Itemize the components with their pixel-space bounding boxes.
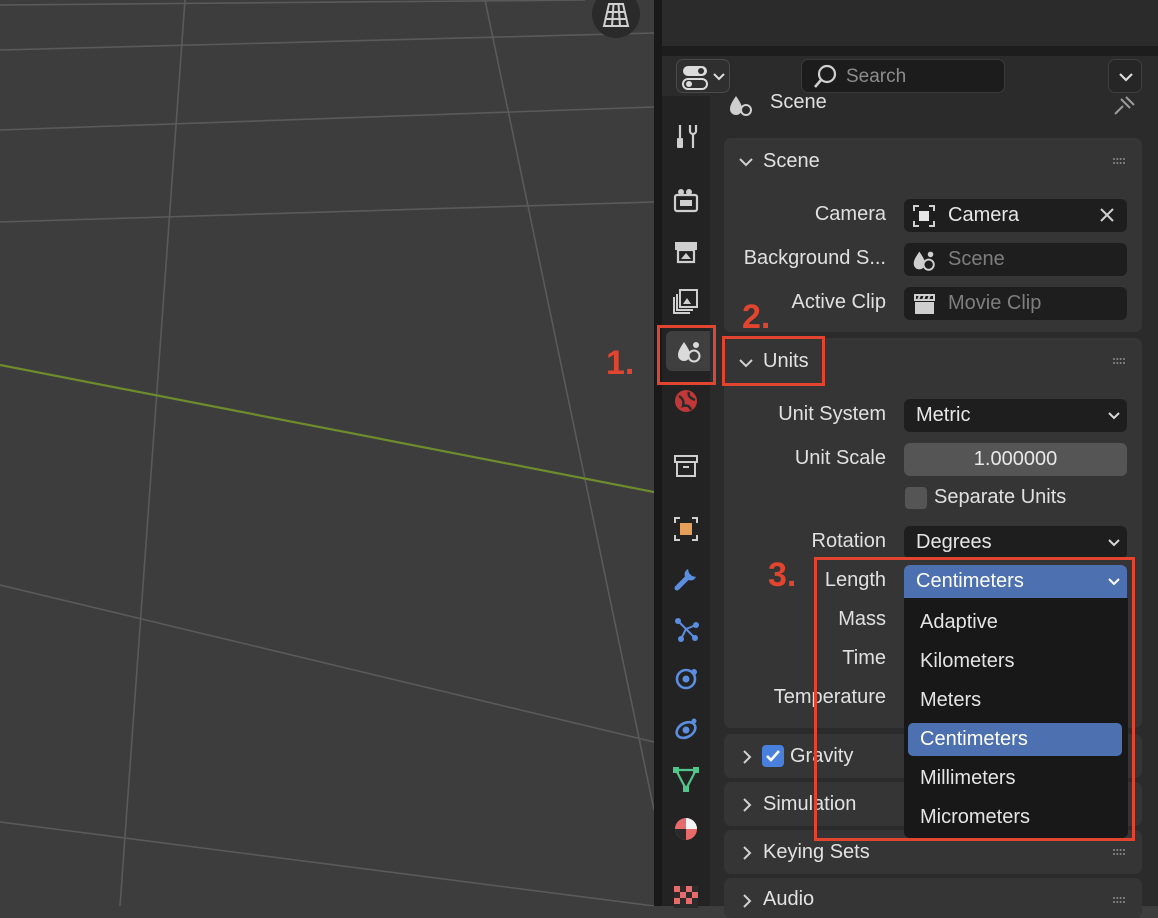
unit-system-dropdown[interactable]: Metric: [904, 399, 1127, 432]
chevron-down-icon[interactable]: [737, 153, 755, 171]
audio-panel-title[interactable]: Audio: [763, 888, 814, 911]
tab-particles[interactable]: [666, 609, 706, 649]
tab-texture[interactable]: [666, 873, 706, 913]
chevron-right-icon[interactable]: [738, 892, 756, 910]
chevron-down-icon: [1119, 73, 1133, 82]
annotation-step-3: 3.: [768, 556, 797, 594]
grid-view-gizmo[interactable]: [592, 0, 640, 38]
constraints-icon: [675, 718, 697, 740]
view-layer-icon: [673, 289, 698, 314]
properties-editor-icon: [682, 66, 725, 90]
render-icon: [673, 189, 699, 213]
rotation-value: Degrees: [916, 531, 992, 553]
unit-scale-label: Unit Scale: [794, 447, 886, 469]
annotation-box-units: [722, 336, 825, 386]
tab-modifiers[interactable]: [666, 559, 706, 599]
unit-scale-field[interactable]: 1.000000: [904, 443, 1127, 476]
drag-handle-icon[interactable]: [1112, 848, 1126, 856]
mesh-data-icon: [673, 767, 699, 792]
annotation-step-1: 1.: [606, 344, 635, 382]
tab-view-layer[interactable]: [666, 281, 706, 321]
search-icon: [814, 64, 837, 88]
scene-icon: [913, 251, 935, 271]
active-clip-field[interactable]: Movie Clip: [904, 287, 1127, 320]
camera-field[interactable]: Camera: [904, 199, 1127, 232]
chevron-right-icon[interactable]: [738, 844, 756, 862]
gravity-checkbox[interactable]: [762, 745, 784, 767]
scene-icon: [730, 96, 752, 116]
chevron-down-icon: [1108, 539, 1120, 547]
search-placeholder: Search: [846, 66, 907, 87]
particles-icon: [675, 618, 699, 642]
checkmark-icon: [766, 750, 780, 762]
camera-label: Camera: [814, 203, 886, 225]
tab-data[interactable]: [666, 759, 706, 799]
separate-units-label[interactable]: Separate Units: [934, 486, 1066, 509]
camera-value: Camera: [948, 204, 1020, 226]
tab-constraints[interactable]: [666, 709, 706, 749]
drag-handle-icon[interactable]: [1112, 896, 1126, 904]
area-separator: [662, 46, 1158, 56]
movie-clip-icon: [914, 294, 935, 314]
chevron-down-icon: [1108, 412, 1120, 420]
background-scene-label: Background S...: [743, 247, 886, 269]
annotation-box-length: [814, 557, 1135, 841]
wrench-icon: [674, 569, 696, 591]
3d-viewport[interactable]: [0, 0, 654, 906]
keying-sets-panel-title[interactable]: Keying Sets: [763, 841, 870, 864]
editor-type-button[interactable]: [676, 59, 730, 93]
background-scene-placeholder: Scene: [948, 248, 1005, 270]
context-title: Scene: [770, 91, 827, 113]
pin-icon[interactable]: [1112, 94, 1138, 116]
tool-icon: [677, 125, 698, 148]
tab-render[interactable]: [666, 181, 706, 221]
output-icon: [675, 242, 697, 264]
background-scene-field[interactable]: Scene: [904, 243, 1127, 276]
outliner-area: [662, 0, 1158, 46]
tab-collection[interactable]: [666, 446, 706, 486]
tab-object[interactable]: [666, 509, 706, 549]
tab-physics[interactable]: [666, 659, 706, 699]
search-input[interactable]: Search: [801, 59, 1005, 93]
collection-icon: [674, 455, 698, 477]
tab-material[interactable]: [666, 809, 706, 849]
tab-output[interactable]: [666, 231, 706, 271]
annotation-step-2: 2.: [742, 298, 771, 336]
grid-icon: [602, 3, 630, 27]
rotation-dropdown[interactable]: Degrees: [904, 526, 1127, 559]
area-divider[interactable]: [654, 0, 662, 906]
header-options-button[interactable]: [1108, 59, 1142, 93]
scene-panel-title[interactable]: Scene: [763, 150, 820, 173]
drag-handle-icon[interactable]: [1112, 357, 1126, 365]
close-icon[interactable]: [1098, 206, 1116, 224]
separate-units-checkbox[interactable]: [905, 487, 927, 509]
rotation-label: Rotation: [811, 530, 887, 552]
material-icon: [675, 818, 697, 840]
active-clip-placeholder: Movie Clip: [948, 292, 1042, 314]
tab-tool[interactable]: [666, 116, 706, 156]
unit-system-label: Unit System: [778, 403, 886, 425]
annotation-box-scene-tab: [657, 325, 716, 385]
tab-world[interactable]: [666, 381, 706, 421]
chevron-right-icon[interactable]: [738, 748, 756, 766]
texture-icon: [674, 886, 698, 908]
physics-icon: [675, 668, 697, 690]
world-icon: [675, 390, 697, 412]
drag-handle-icon[interactable]: [1112, 157, 1126, 165]
unit-system-value: Metric: [916, 404, 971, 426]
chevron-right-icon[interactable]: [738, 796, 756, 814]
camera-object-icon: [913, 205, 935, 227]
object-icon: [674, 517, 698, 541]
viewport-grid: [0, 0, 654, 906]
